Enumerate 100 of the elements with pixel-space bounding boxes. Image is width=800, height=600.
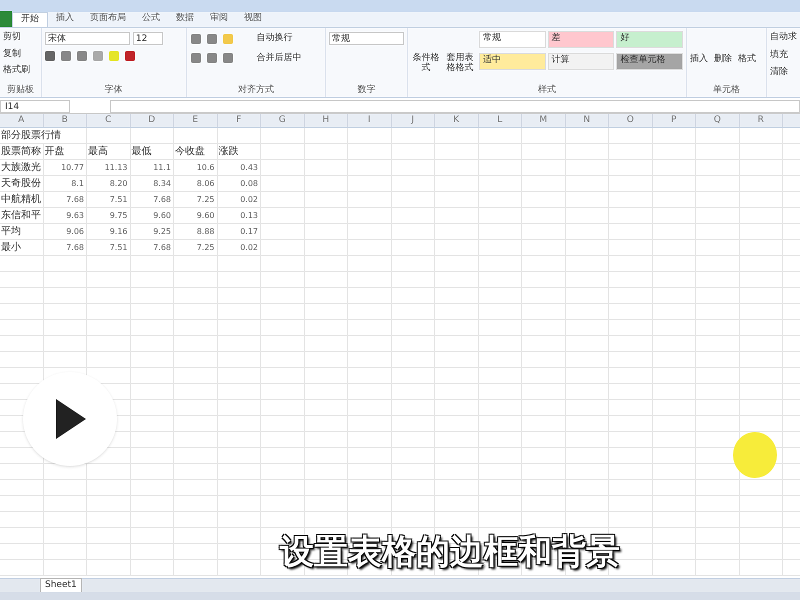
name-box[interactable]: I14 xyxy=(0,100,70,113)
column-header[interactable]: Q xyxy=(696,114,740,127)
column-header[interactable]: P xyxy=(652,114,696,127)
table-cell-text: 7.25 xyxy=(196,242,216,254)
font-name-field[interactable]: 宋体 xyxy=(44,32,130,45)
table-cell-text: 天奇股份 xyxy=(0,177,42,191)
table-cell-text: 9.06 xyxy=(65,226,85,238)
table-cell-text: 7.51 xyxy=(108,194,128,206)
editing-button[interactable]: 清除 xyxy=(770,66,798,80)
group-label: 样式 xyxy=(537,84,558,96)
formula-input[interactable] xyxy=(110,100,800,113)
table-cell-text: 今收盘 xyxy=(174,145,206,159)
column-header[interactable]: R xyxy=(740,114,783,127)
group-label: 数字 xyxy=(356,84,377,96)
table-cell-text: 8.34 xyxy=(152,178,172,190)
group-label: 字体 xyxy=(104,84,124,96)
cells-button[interactable]: 插入 xyxy=(690,31,708,66)
table-cell-text: 7.68 xyxy=(65,242,85,254)
table-cell-text: 最小 xyxy=(0,240,22,255)
table-cell-text: 8.20 xyxy=(108,178,128,190)
column-header[interactable]: G xyxy=(261,114,304,127)
cells-button[interactable]: 删除 xyxy=(714,31,732,66)
table-cell-text: 东信和平 xyxy=(0,208,42,223)
table-cell-text: 9.25 xyxy=(152,226,172,238)
cell-style-swatch[interactable]: 适中 xyxy=(478,53,546,70)
column-header[interactable]: K xyxy=(435,114,478,127)
table-cell-text: 10.6 xyxy=(196,162,216,174)
table-cell-text: 0.13 xyxy=(239,210,259,222)
table-cell-text: 涨跌 xyxy=(218,144,240,159)
wrap-text-button[interactable]: 自动换行 xyxy=(256,32,293,46)
column-header[interactable]: F xyxy=(218,114,261,127)
group-label: 单元格 xyxy=(712,84,742,96)
column-header[interactable]: C xyxy=(87,114,130,127)
table-cell-text: 最低 xyxy=(130,145,152,159)
table-cell-text: 7.51 xyxy=(108,242,128,254)
cell-style-swatch[interactable]: 计算 xyxy=(548,53,614,70)
styles-button[interactable]: 套用表格格式 xyxy=(444,31,475,73)
table-cell-text: 股票简称 xyxy=(0,145,42,159)
play-icon xyxy=(54,399,86,439)
font-size-field[interactable]: 12 xyxy=(132,32,163,45)
table-cell-text: 9.60 xyxy=(196,210,216,222)
column-header[interactable]: E xyxy=(174,114,218,127)
table-cell-text: 9.63 xyxy=(65,210,85,222)
column-header[interactable]: A xyxy=(0,114,44,127)
table-cell-text: 0.17 xyxy=(239,226,259,238)
ribbon-tab[interactable]: 页面布局 xyxy=(82,12,134,27)
merge-center-button[interactable]: 合并后居中 xyxy=(256,52,302,65)
editing-button[interactable]: 填充 xyxy=(770,48,798,62)
table-cell-text: 最高 xyxy=(87,144,109,159)
table-cell-text: 0.08 xyxy=(239,178,259,190)
ribbon-tab[interactable]: 开始 xyxy=(12,12,48,27)
table-cell-text: 大族激光 xyxy=(0,160,42,175)
sheet-tab[interactable]: Sheet1 xyxy=(40,578,82,594)
subtitle: 设置表格的边框和背景 xyxy=(280,531,620,574)
file-tab[interactable] xyxy=(0,11,12,27)
table-cell-text: 开盘 xyxy=(44,145,66,159)
cursor-highlight-icon xyxy=(733,432,777,478)
table-cell-text: 0.02 xyxy=(239,242,259,254)
column-header[interactable]: M xyxy=(522,114,566,127)
table-cell-text: 中航精机 xyxy=(0,192,42,207)
ribbon-tab[interactable]: 插入 xyxy=(48,12,82,27)
table-cell-text: 10.77 xyxy=(60,162,85,174)
table-cell-text: 部分股票行情 xyxy=(0,128,62,143)
cell-style-swatch[interactable]: 检查单元格 xyxy=(616,53,684,70)
ribbon-tab[interactable]: 数据 xyxy=(168,12,202,27)
column-header[interactable]: B xyxy=(44,114,87,127)
clipboard-button[interactable]: 格式刷 xyxy=(3,64,38,78)
cell-style-swatch[interactable]: 好 xyxy=(616,31,684,48)
column-header[interactable]: I xyxy=(348,114,392,127)
column-header[interactable]: N xyxy=(566,114,609,127)
column-header[interactable]: O xyxy=(609,114,652,127)
table-cell-text: 8.1 xyxy=(70,178,85,190)
table-cell-text: 9.75 xyxy=(108,210,128,222)
column-header[interactable]: L xyxy=(478,114,522,127)
cell-style-swatch[interactable]: 差 xyxy=(548,31,614,48)
editing-button[interactable]: 自动求 xyxy=(770,31,798,44)
table-cell-text: 9.16 xyxy=(108,226,128,238)
number-format-field[interactable]: 常规 xyxy=(329,32,404,45)
table-cell-text: 8.06 xyxy=(196,178,216,190)
table-cell-text: 7.68 xyxy=(152,242,172,254)
styles-button[interactable]: 条件格式 xyxy=(410,31,441,73)
group-label: 剪贴板 xyxy=(6,84,35,96)
table-cell-text: 7.68 xyxy=(152,194,172,206)
table-cell-text: 9.60 xyxy=(152,210,172,222)
table-cell-text: 11.13 xyxy=(104,162,128,174)
table-cell-text: 平均 xyxy=(0,225,22,239)
table-cell-text: 8.88 xyxy=(196,226,216,238)
table-cell-text: 0.02 xyxy=(239,194,259,206)
table-cell-text: 11.1 xyxy=(152,162,172,174)
column-header[interactable]: H xyxy=(304,114,348,127)
ribbon-tab[interactable]: 视图 xyxy=(236,12,270,27)
column-header[interactable]: J xyxy=(392,114,435,127)
cell-style-swatch[interactable]: 常规 xyxy=(478,31,546,48)
group-label: 对齐方式 xyxy=(236,84,275,96)
column-header[interactable]: D xyxy=(130,114,174,127)
clipboard-button[interactable]: 复制 xyxy=(3,48,38,61)
clipboard-button[interactable]: 剪切 xyxy=(3,31,38,44)
ribbon-tab[interactable]: 审阅 xyxy=(202,12,236,27)
cells-button[interactable]: 格式 xyxy=(738,31,756,66)
ribbon-tab[interactable]: 公式 xyxy=(134,12,168,27)
